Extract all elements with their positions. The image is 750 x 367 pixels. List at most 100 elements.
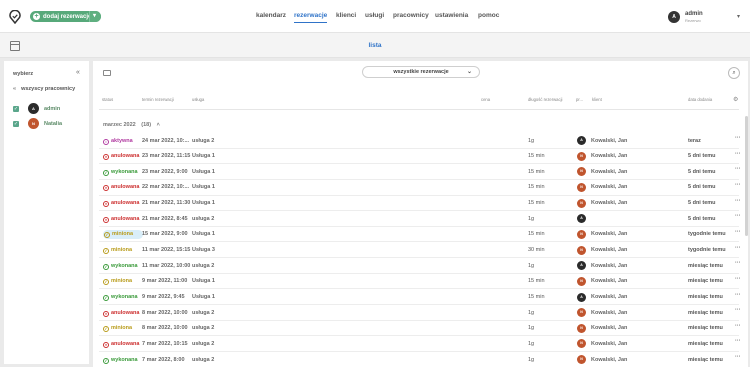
more-options-icon[interactable]: ··· [735,198,741,204]
added-time: miesiąc temu [688,340,723,347]
more-options-icon[interactable]: ··· [735,292,741,298]
column-header-duration[interactable]: długość rezerwacji [528,97,562,102]
more-options-icon[interactable]: ··· [735,229,741,235]
nav-rezerwacje[interactable]: rezerwacje [294,12,328,23]
checkbox[interactable]: ✓ [13,121,19,127]
table-row[interactable]: ✓ miniona 9 mar 2022, 11:00 Usługa 1 15 min N… [99,274,741,290]
chevron-up-icon: ˄ [156,122,160,128]
collapse-icon[interactable]: « [76,69,80,76]
table-row[interactable]: ✓ wykonana 11 mar 2022, 10:00 usługa 2 1g A Ko… [99,258,741,274]
nav-uslugi[interactable]: usługi [365,12,384,19]
nav-pomoc[interactable]: pomoc [478,12,499,19]
client-name[interactable]: Kowalski, Jan [591,138,627,144]
more-options-icon[interactable]: ··· [735,307,741,313]
avatar: N [577,167,586,177]
client-name[interactable]: Kowalski, Jan [591,247,627,253]
column-header-price[interactable]: cena [481,97,490,102]
client-name[interactable]: Kowalski, Jan [591,231,627,237]
divider [99,109,739,110]
search-icon[interactable]: ⌕ [728,67,740,79]
status-badge: ✓ wykonana [103,357,141,364]
table-row[interactable]: ✓ miniona 15 mar 2022, 9:00 Usługa 1 15 min N… [99,227,741,243]
table-row[interactable]: ✓ miniona 8 mar 2022, 10:00 usługa 2 1g N Kowa… [99,321,741,337]
nav-klienci[interactable]: klienci [336,12,356,19]
table-row[interactable]: × anulowana 8 mar 2022, 10:00 usługa 2 1g N Ko… [99,305,741,321]
more-options-icon[interactable]: ··· [735,276,741,282]
checkbox[interactable]: ✓ [13,106,19,112]
client-name[interactable]: Kowalski, Jan [591,357,627,363]
service-name: Usługa 1 [192,153,215,160]
reservation-date: 22 mar 2022, 10:... [142,184,190,191]
all-employees-toggle[interactable]: « wszyscy pracownicy [13,86,75,92]
table-row[interactable]: × anulowana 22 mar 2022, 10:... Usługa 1 15 … [99,180,741,196]
double-chevron-icon: « [13,86,17,92]
table-row[interactable]: ✓ wykonana 23 mar 2022, 9:00 Usługa 1 15 min… [99,164,741,180]
more-options-icon[interactable]: ··· [735,323,741,329]
nav-kalendarz[interactable]: kalendarz [256,12,286,19]
nav-ustawienia[interactable]: ustawienia [435,12,468,19]
more-options-icon[interactable]: ··· [735,166,741,172]
print-icon[interactable] [103,70,111,76]
column-header-date[interactable]: termin rezerwacji [142,97,174,102]
added-time: 5 dni temu [688,184,716,191]
scrollbar[interactable] [745,116,748,236]
duration: 15 min [528,294,545,300]
table-row[interactable]: ✓ wykonana 9 mar 2022, 9:45 Usługa 1 15 min A… [99,290,741,306]
reservation-filter-select[interactable]: wszystkie rezerwacje ⌄ [362,66,480,78]
table-row[interactable]: × anulowana 23 mar 2022, 11:15 Usługa 1 15 m… [99,149,741,165]
client-name[interactable]: Kowalski, Jan [591,153,627,159]
status-icon: × [103,185,109,192]
client-name[interactable]: Kowalski, Jan [591,325,627,331]
more-options-icon[interactable]: ··· [735,135,741,141]
client-name[interactable]: Kowalski, Jan [591,263,627,269]
sidebar-item-admin[interactable]: ✓ A admin [13,103,85,115]
column-header-employee[interactable]: pr... [576,97,583,102]
user-role: Rezerwo [685,18,701,23]
client-name[interactable]: Kowalski, Jan [591,294,627,300]
table-row[interactable]: ✓ wykonana 7 mar 2022, 8:00 usługa 2 1g N Kowa… [99,352,741,367]
table-row[interactable]: • aktywna 24 mar 2022, 10:... usługa 2 1g A Ko… [99,133,741,149]
more-options-icon[interactable]: ··· [735,260,741,266]
table-row[interactable]: ✓ miniona 11 mar 2022, 15:15 Usługa 3 30 min… [99,243,741,259]
status-label: anulowana [111,309,140,316]
table-row[interactable]: × anulowana 21 mar 2022, 8:45 usługa 2 1g A 5 … [99,211,741,227]
gear-icon[interactable]: ⚙ [733,96,738,103]
client-name[interactable]: Kowalski, Jan [591,200,627,206]
nav-pracownicy[interactable]: pracownicy [393,12,429,19]
reservation-date: 23 mar 2022, 11:15 [142,153,191,160]
added-time: tygodnie temu [688,247,726,254]
column-header-status[interactable]: status [102,97,113,102]
client-name[interactable]: Kowalski, Jan [591,278,627,284]
column-header-added[interactable]: data dodania [688,97,712,102]
service-name: usługa 2 [192,137,215,144]
sidebar-item-natalia[interactable]: ✓ N Natalia [13,118,85,130]
more-options-icon[interactable]: ··· [735,245,741,251]
avatar: A [668,11,680,23]
client-name[interactable]: Kowalski, Jan [591,169,627,175]
more-options-icon[interactable]: ··· [735,213,741,219]
more-options-icon[interactable]: ··· [735,182,741,188]
status-badge: × anulowana [103,310,142,317]
employee-name: Natalia [44,121,63,127]
status-badge: × anulowana [103,200,142,208]
reservation-date: 9 mar 2022, 9:45 [142,294,185,300]
column-header-client[interactable]: klient [592,97,602,102]
more-options-icon[interactable]: ··· [735,151,741,157]
reservation-date: 23 mar 2022, 9:00 [142,168,188,175]
more-options-icon[interactable]: ··· [735,354,741,360]
column-header-service[interactable]: usługa [192,97,204,102]
avatar: A [28,103,39,114]
table-row[interactable]: × anulowana 21 mar 2022, 11:30 Usługa 1 15 m… [99,196,741,212]
more-options-icon[interactable]: ··· [735,338,741,344]
user-menu[interactable]: A admin Rezerwo ▾ [668,9,748,25]
table-row[interactable]: × anulowana 7 mar 2022, 10:15 usługa 2 1g N Ko… [99,336,741,353]
avatar: N [577,308,586,318]
client-name[interactable]: Kowalski, Jan [591,184,627,190]
status-badge: × anulowana [103,216,142,223]
reservation-date: 11 mar 2022, 15:15 [142,247,191,254]
main-nav: kalendarz rezerwacje klienci usługi prac… [0,12,750,23]
client-name[interactable]: Kowalski, Jan [591,341,627,347]
client-name[interactable]: Kowalski, Jan [591,310,627,316]
month-group-header[interactable]: marzec 2022 (18) ˄ [103,122,160,128]
added-time: miesiąc temu [688,325,723,332]
